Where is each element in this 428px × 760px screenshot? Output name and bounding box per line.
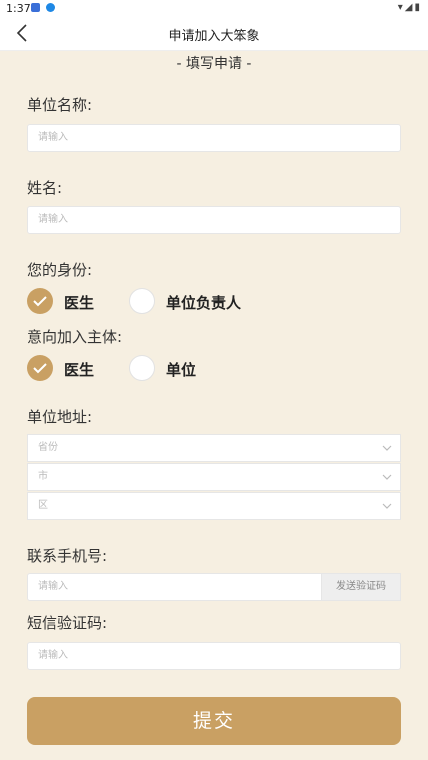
name-input[interactable]: 请输入 xyxy=(27,206,401,234)
submit-button[interactable]: 提交 xyxy=(27,697,401,745)
send-code-button[interactable]: 发送验证码 xyxy=(321,573,401,601)
chevron-down-icon xyxy=(382,445,392,451)
intent-label: 意向加入主体: xyxy=(27,328,123,346)
unit-name-label: 单位名称: xyxy=(27,96,93,114)
check-icon xyxy=(33,296,47,307)
city-select-text: 市 xyxy=(38,471,48,482)
chevron-down-icon xyxy=(382,503,392,509)
district-select[interactable]: 区 xyxy=(27,492,401,520)
download-notification-icon xyxy=(46,3,55,12)
mail-notification-icon xyxy=(31,3,40,12)
check-icon xyxy=(33,363,47,374)
page-title: 申请加入大笨象 xyxy=(168,29,260,44)
intent-unit-label[interactable]: 单位 xyxy=(166,359,196,380)
intent-doctor-radio[interactable] xyxy=(27,355,53,381)
phone-label: 联系手机号: xyxy=(27,547,108,565)
wifi-signal-battery-icon: ▾◢▮ xyxy=(397,2,422,13)
intent-doctor-label[interactable]: 医生 xyxy=(64,359,94,380)
identity-label: 您的身份: xyxy=(27,261,93,279)
address-label: 单位地址: xyxy=(27,408,93,426)
sms-code-input[interactable]: 请输入 xyxy=(27,642,401,670)
section-title: - 填写申请 - xyxy=(176,56,252,72)
province-select-text: 省份 xyxy=(38,442,58,453)
chevron-down-icon xyxy=(382,474,392,480)
nav-bar: 申请加入大笨象 xyxy=(0,17,428,51)
city-select[interactable]: 市 xyxy=(27,463,401,491)
identity-unit-head-label[interactable]: 单位负责人 xyxy=(166,292,241,313)
phone-input[interactable]: 请输入 xyxy=(27,573,323,601)
province-select[interactable]: 省份 xyxy=(27,434,401,462)
status-time: 1:37 xyxy=(6,2,31,15)
district-select-text: 区 xyxy=(38,500,48,511)
intent-unit-radio[interactable] xyxy=(129,355,155,381)
identity-unit-head-radio[interactable] xyxy=(129,288,155,314)
name-label: 姓名: xyxy=(27,179,63,197)
sms-code-label: 短信验证码: xyxy=(27,614,108,632)
status-bar: 1:37 ▾◢▮ xyxy=(0,0,428,17)
identity-doctor-radio[interactable] xyxy=(27,288,53,314)
unit-name-input[interactable]: 请输入 xyxy=(27,124,401,152)
identity-doctor-label[interactable]: 医生 xyxy=(64,292,94,313)
